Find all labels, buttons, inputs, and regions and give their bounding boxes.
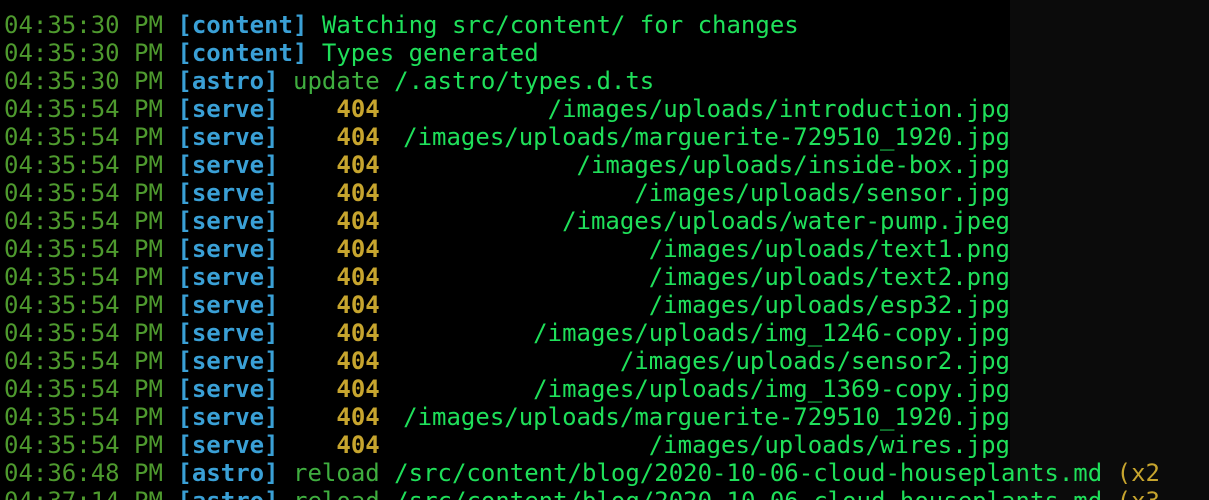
log-tag: [serve] bbox=[177, 235, 279, 263]
log-timestamp: 04:35:30 PM bbox=[4, 39, 163, 67]
log-message: /src/content/blog/2020-10-06-cloud-house… bbox=[394, 459, 1103, 487]
log-message: Types generated bbox=[321, 39, 539, 67]
log-tag: [astro] bbox=[177, 459, 279, 487]
log-line: 04:35:54 PM [serve] 404 /images/uploads/… bbox=[4, 319, 1160, 347]
request-path: /images/uploads/marguerite-729510_1920.j… bbox=[403, 403, 1010, 431]
request-path: /images/uploads/esp32.jpg bbox=[648, 291, 1010, 319]
log-tag: [serve] bbox=[177, 123, 279, 151]
request-path: /images/uploads/text1.png bbox=[648, 235, 1010, 263]
log-line: 04:35:54 PM [serve] 404 /images/uploads/… bbox=[4, 403, 1160, 431]
http-status: 404 bbox=[293, 431, 380, 459]
log-line: 04:35:54 PM [serve] 404 /images/uploads/… bbox=[4, 291, 1160, 319]
http-status: 404 bbox=[293, 179, 380, 207]
log-line: 04:35:54 PM [serve] 404 /images/uploads/… bbox=[4, 207, 1160, 235]
log-message: Watching src/content/ for changes bbox=[321, 11, 799, 39]
log-line: 04:35:54 PM [serve] 404 /images/uploads/… bbox=[4, 123, 1160, 151]
log-timestamp: 04:35:54 PM bbox=[4, 235, 163, 263]
log-timestamp: 04:37:14 PM bbox=[4, 487, 163, 500]
log-output: 04:35:30 PM [content] Watching src/conte… bbox=[4, 11, 1160, 500]
log-timestamp: 04:35:54 PM bbox=[4, 263, 163, 291]
log-timestamp: 04:35:30 PM bbox=[4, 67, 163, 95]
log-line: 04:35:54 PM [serve] 404 /images/uploads/… bbox=[4, 179, 1160, 207]
repeat-count: (x2 bbox=[1116, 459, 1160, 487]
log-verb: reload bbox=[293, 459, 380, 487]
http-status: 404 bbox=[293, 347, 380, 375]
log-verb: update bbox=[293, 67, 380, 95]
request-path: /images/uploads/wires.jpg bbox=[648, 431, 1010, 459]
request-path: /images/uploads/inside-box.jpg bbox=[576, 151, 1010, 179]
log-tag: [serve] bbox=[177, 207, 279, 235]
http-status: 404 bbox=[293, 263, 380, 291]
log-timestamp: 04:35:54 PM bbox=[4, 151, 163, 179]
log-line: 04:35:54 PM [serve] 404 /images/uploads/… bbox=[4, 151, 1160, 179]
log-verb: reload bbox=[293, 487, 380, 500]
log-timestamp: 04:35:54 PM bbox=[4, 123, 163, 151]
log-tag: [serve] bbox=[177, 291, 279, 319]
log-timestamp: 04:35:54 PM bbox=[4, 403, 163, 431]
log-tag: [serve] bbox=[177, 347, 279, 375]
log-line: 04:35:54 PM [serve] 404 /images/uploads/… bbox=[4, 375, 1160, 403]
log-tag: [serve] bbox=[177, 375, 279, 403]
log-tag: [astro] bbox=[177, 67, 279, 95]
log-line: 04:35:30 PM [content] Types generated bbox=[4, 39, 1160, 67]
log-tag: [content] bbox=[177, 39, 308, 67]
log-line: 04:35:54 PM [serve] 404 /images/uploads/… bbox=[4, 347, 1160, 375]
log-message: /.astro/types.d.ts bbox=[394, 67, 655, 95]
http-status: 404 bbox=[293, 403, 380, 431]
http-status: 404 bbox=[293, 123, 380, 151]
log-timestamp: 04:35:54 PM bbox=[4, 347, 163, 375]
log-tag: [serve] bbox=[177, 179, 279, 207]
log-tag: [serve] bbox=[177, 403, 279, 431]
log-timestamp: 04:35:54 PM bbox=[4, 375, 163, 403]
log-timestamp: 04:36:48 PM bbox=[4, 459, 163, 487]
log-timestamp: 04:35:54 PM bbox=[4, 179, 163, 207]
log-tag: [serve] bbox=[177, 95, 279, 123]
log-timestamp: 04:35:54 PM bbox=[4, 431, 163, 459]
request-path: /images/uploads/sensor2.jpg bbox=[619, 347, 1010, 375]
log-timestamp: 04:35:54 PM bbox=[4, 319, 163, 347]
request-path: /images/uploads/water-pump.jpeg bbox=[562, 207, 1010, 235]
http-status: 404 bbox=[293, 235, 380, 263]
repeat-count: (x3 bbox=[1117, 487, 1160, 500]
log-line: 04:35:54 PM [serve] 404 /images/uploads/… bbox=[4, 95, 1160, 123]
request-path: /images/uploads/text2.png bbox=[648, 263, 1010, 291]
terminal-window[interactable]: 04:35:30 PM [content] Watching src/conte… bbox=[0, 0, 1209, 500]
http-status: 404 bbox=[293, 291, 380, 319]
log-tag: [serve] bbox=[177, 431, 279, 459]
log-tag: [serve] bbox=[177, 263, 279, 291]
log-line: 04:35:54 PM [serve] 404 /images/uploads/… bbox=[4, 431, 1160, 459]
log-timestamp: 04:35:54 PM bbox=[4, 95, 163, 123]
http-status: 404 bbox=[293, 375, 380, 403]
log-message: /src/content/blog/2020-10-06-cloud-house… bbox=[394, 487, 1102, 500]
log-tag: [serve] bbox=[177, 319, 279, 347]
log-line: 04:35:54 PM [serve] 404 /images/uploads/… bbox=[4, 263, 1160, 291]
request-path: /images/uploads/sensor.jpg bbox=[634, 179, 1010, 207]
log-line: 04:35:54 PM [serve] 404 /images/uploads/… bbox=[4, 235, 1160, 263]
log-tag: [serve] bbox=[177, 151, 279, 179]
log-timestamp: 04:35:30 PM bbox=[4, 11, 163, 39]
log-line: 04:37:14 PM [astro] reload /src/content/… bbox=[4, 487, 1160, 500]
request-path: /images/uploads/img_1246-copy.jpg bbox=[533, 319, 1010, 347]
request-path: /images/uploads/introduction.jpg bbox=[547, 95, 1010, 123]
log-timestamp: 04:35:54 PM bbox=[4, 291, 163, 319]
http-status: 404 bbox=[293, 207, 380, 235]
request-path: /images/uploads/img_1369-copy.jpg bbox=[533, 375, 1010, 403]
log-timestamp: 04:35:54 PM bbox=[4, 207, 163, 235]
request-path: /images/uploads/marguerite-729510_1920.j… bbox=[403, 123, 1010, 151]
log-line: 04:36:48 PM [astro] reload /src/content/… bbox=[4, 459, 1160, 487]
http-status: 404 bbox=[293, 95, 380, 123]
log-line: 04:35:30 PM [content] Watching src/conte… bbox=[4, 11, 1160, 39]
log-line: 04:35:30 PM [astro] update /.astro/types… bbox=[4, 67, 1160, 95]
log-tag: [astro] bbox=[177, 487, 278, 500]
http-status: 404 bbox=[293, 151, 380, 179]
log-tag: [content] bbox=[177, 11, 308, 39]
http-status: 404 bbox=[293, 319, 380, 347]
